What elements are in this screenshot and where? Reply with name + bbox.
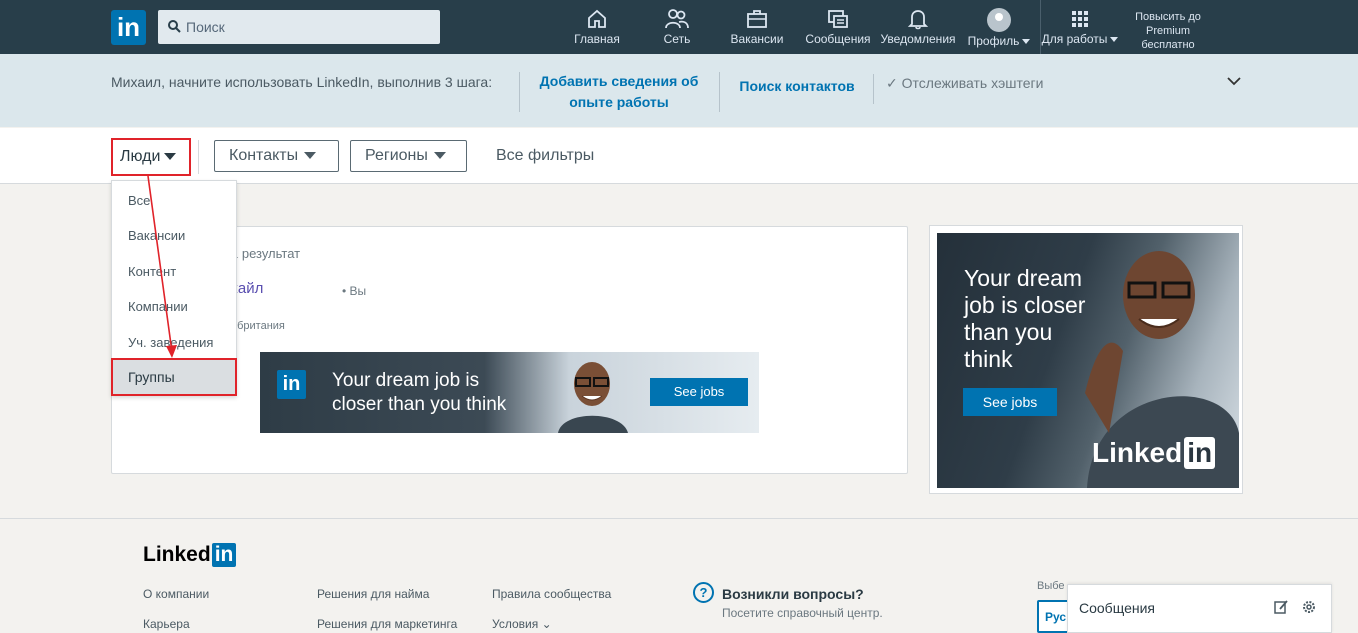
dropdown-item-schools[interactable]: Уч. заведения xyxy=(128,335,213,350)
side-ad-text: Your dream job is closer than you think xyxy=(964,265,1085,373)
language-label: Выбе xyxy=(1037,580,1065,592)
search-input[interactable]: Поиск xyxy=(158,10,440,44)
nav-profile[interactable]: Профиль xyxy=(964,8,1034,52)
nav-notifications-label: Уведомления xyxy=(880,32,956,46)
briefcase-icon xyxy=(747,10,767,28)
messaging-widget[interactable]: Сообщения xyxy=(1067,584,1332,633)
caret-down-icon xyxy=(304,152,317,160)
dropdown-item-companies[interactable]: Компании xyxy=(128,299,188,314)
dropdown-item-groups[interactable]: Группы xyxy=(111,358,237,396)
chevron-down-icon xyxy=(1110,37,1119,43)
nav-for-business-label: Для работы xyxy=(1041,32,1108,46)
nav-notifications[interactable]: Уведомления xyxy=(880,8,956,52)
nav-home[interactable]: Главная xyxy=(572,8,622,52)
onboarding-intro: Михаил, начните использовать LinkedIn, в… xyxy=(111,74,493,90)
dropdown-item-content[interactable]: Контент xyxy=(128,264,176,279)
contacts-filter-button[interactable]: Контакты xyxy=(214,140,339,172)
search-icon xyxy=(168,20,181,33)
divider xyxy=(719,72,720,112)
banner-ad-text-line: Your dream job is xyxy=(332,370,480,391)
nav-messaging[interactable]: Сообщения xyxy=(804,8,872,52)
footer-link-community[interactable]: Правила сообщества xyxy=(492,587,611,601)
linkedin-wordmark-text: Linked xyxy=(1092,437,1183,468)
onboarding-step-hashtags-label: Отслеживать хэштеги xyxy=(901,75,1044,91)
nav-profile-label: Профиль xyxy=(967,34,1020,48)
side-ad[interactable]: Your dream job is closer than you think … xyxy=(929,225,1243,494)
results-count: 1 результат xyxy=(231,246,301,261)
all-filters-button[interactable]: Все фильтры xyxy=(496,147,594,165)
onboarding-step-experience[interactable]: Добавить сведения об опыте работы xyxy=(538,71,700,113)
divider xyxy=(519,72,520,112)
help-title[interactable]: Возникли вопросы? xyxy=(722,586,864,602)
chevron-down-icon[interactable] xyxy=(1226,76,1242,86)
see-jobs-button[interactable]: See jobs xyxy=(650,378,748,406)
result-connection-degree: • Вы xyxy=(342,284,367,298)
messaging-icon xyxy=(828,10,848,28)
search-placeholder: Поиск xyxy=(186,19,225,35)
onboarding-step-hashtags[interactable]: ✓ Отслеживать хэштеги xyxy=(886,75,1043,92)
footer-link-about[interactable]: О компании xyxy=(143,587,209,601)
linkedin-logo: in xyxy=(277,370,306,399)
help-center-link[interactable]: Посетите справочный центр. xyxy=(722,606,883,620)
linkedin-wordmark-in: in xyxy=(1184,437,1216,469)
footer-link-talent-solutions[interactable]: Решения для найма xyxy=(317,587,429,601)
nav-network-label: Сеть xyxy=(663,32,691,46)
home-icon xyxy=(588,9,606,28)
avatar xyxy=(987,8,1011,32)
footer-link-marketing-solutions[interactable]: Решения для маркетинга xyxy=(317,617,457,631)
footer-link-terms[interactable]: Условия ⌄ xyxy=(492,617,552,631)
grid-icon xyxy=(1072,11,1088,27)
top-nav: in Поиск Главная Сеть Вакансии Сообщения… xyxy=(0,0,1358,54)
contacts-filter-label: Контакты xyxy=(229,147,299,164)
chevron-down-icon: ⌄ xyxy=(541,617,552,631)
help-icon: ? xyxy=(693,582,714,603)
search-filter-bar xyxy=(0,128,1358,184)
footer-logo[interactable]: Linked in xyxy=(143,543,237,567)
person-photo xyxy=(558,362,628,433)
footer-logo-in: in xyxy=(211,543,237,567)
footer-link-careers[interactable]: Карьера xyxy=(143,617,190,631)
banner-ad-text-line: closer than you think xyxy=(332,394,507,415)
side-ad-text-line: job is closer xyxy=(964,292,1086,318)
nav-jobs-label: Вакансии xyxy=(730,32,784,46)
onboarding-step-contacts[interactable]: Поиск контактов xyxy=(738,76,856,97)
regions-filter-label: Регионы xyxy=(365,147,428,164)
dropdown-item-all[interactable]: Все xyxy=(128,193,150,208)
people-filter-label: Люди xyxy=(120,148,161,165)
side-ad-text-line: think xyxy=(964,346,1013,372)
people-filter-button[interactable]: Люди xyxy=(111,138,191,176)
banner-ad[interactable]: in Your dream job is closer than you thi… xyxy=(260,352,759,433)
nav-jobs[interactable]: Вакансии xyxy=(728,8,786,52)
nav-home-label: Главная xyxy=(574,32,620,46)
footer-link-terms-label: Условия xyxy=(492,617,539,631)
premium-upgrade-link[interactable]: Повысить до Premium бесплатно xyxy=(1120,10,1216,52)
bell-icon xyxy=(907,10,929,30)
compose-icon[interactable] xyxy=(1273,599,1289,615)
messaging-widget-label: Сообщения xyxy=(1079,600,1155,616)
dropdown-item-jobs[interactable]: Вакансии xyxy=(128,228,185,243)
see-jobs-button[interactable]: See jobs xyxy=(963,388,1057,416)
banner-ad-text: Your dream job is closer than you think xyxy=(332,369,506,417)
caret-down-icon xyxy=(433,152,446,160)
caret-down-icon xyxy=(164,153,177,161)
nav-network[interactable]: Сеть xyxy=(655,8,699,52)
regions-filter-button[interactable]: Регионы xyxy=(350,140,467,172)
chevron-down-icon xyxy=(1022,39,1031,45)
network-icon xyxy=(665,9,689,29)
checkmark-icon: ✓ xyxy=(886,75,898,91)
side-ad-text-line: than you xyxy=(964,319,1053,345)
footer-logo-text: Linked xyxy=(143,543,211,566)
linkedin-wordmark: Linked in xyxy=(1092,437,1216,469)
onboarding-bar: Михаил, начните использовать LinkedIn, в… xyxy=(0,54,1358,127)
divider xyxy=(873,74,874,104)
linkedin-logo[interactable]: in xyxy=(111,10,146,45)
side-ad-text-line: Your dream xyxy=(964,265,1083,291)
divider xyxy=(198,140,199,174)
result-location: обритания xyxy=(231,320,285,332)
nav-for-business[interactable]: Для работы xyxy=(1040,8,1120,52)
nav-messaging-label: Сообщения xyxy=(805,32,871,46)
gear-icon[interactable] xyxy=(1301,599,1317,615)
